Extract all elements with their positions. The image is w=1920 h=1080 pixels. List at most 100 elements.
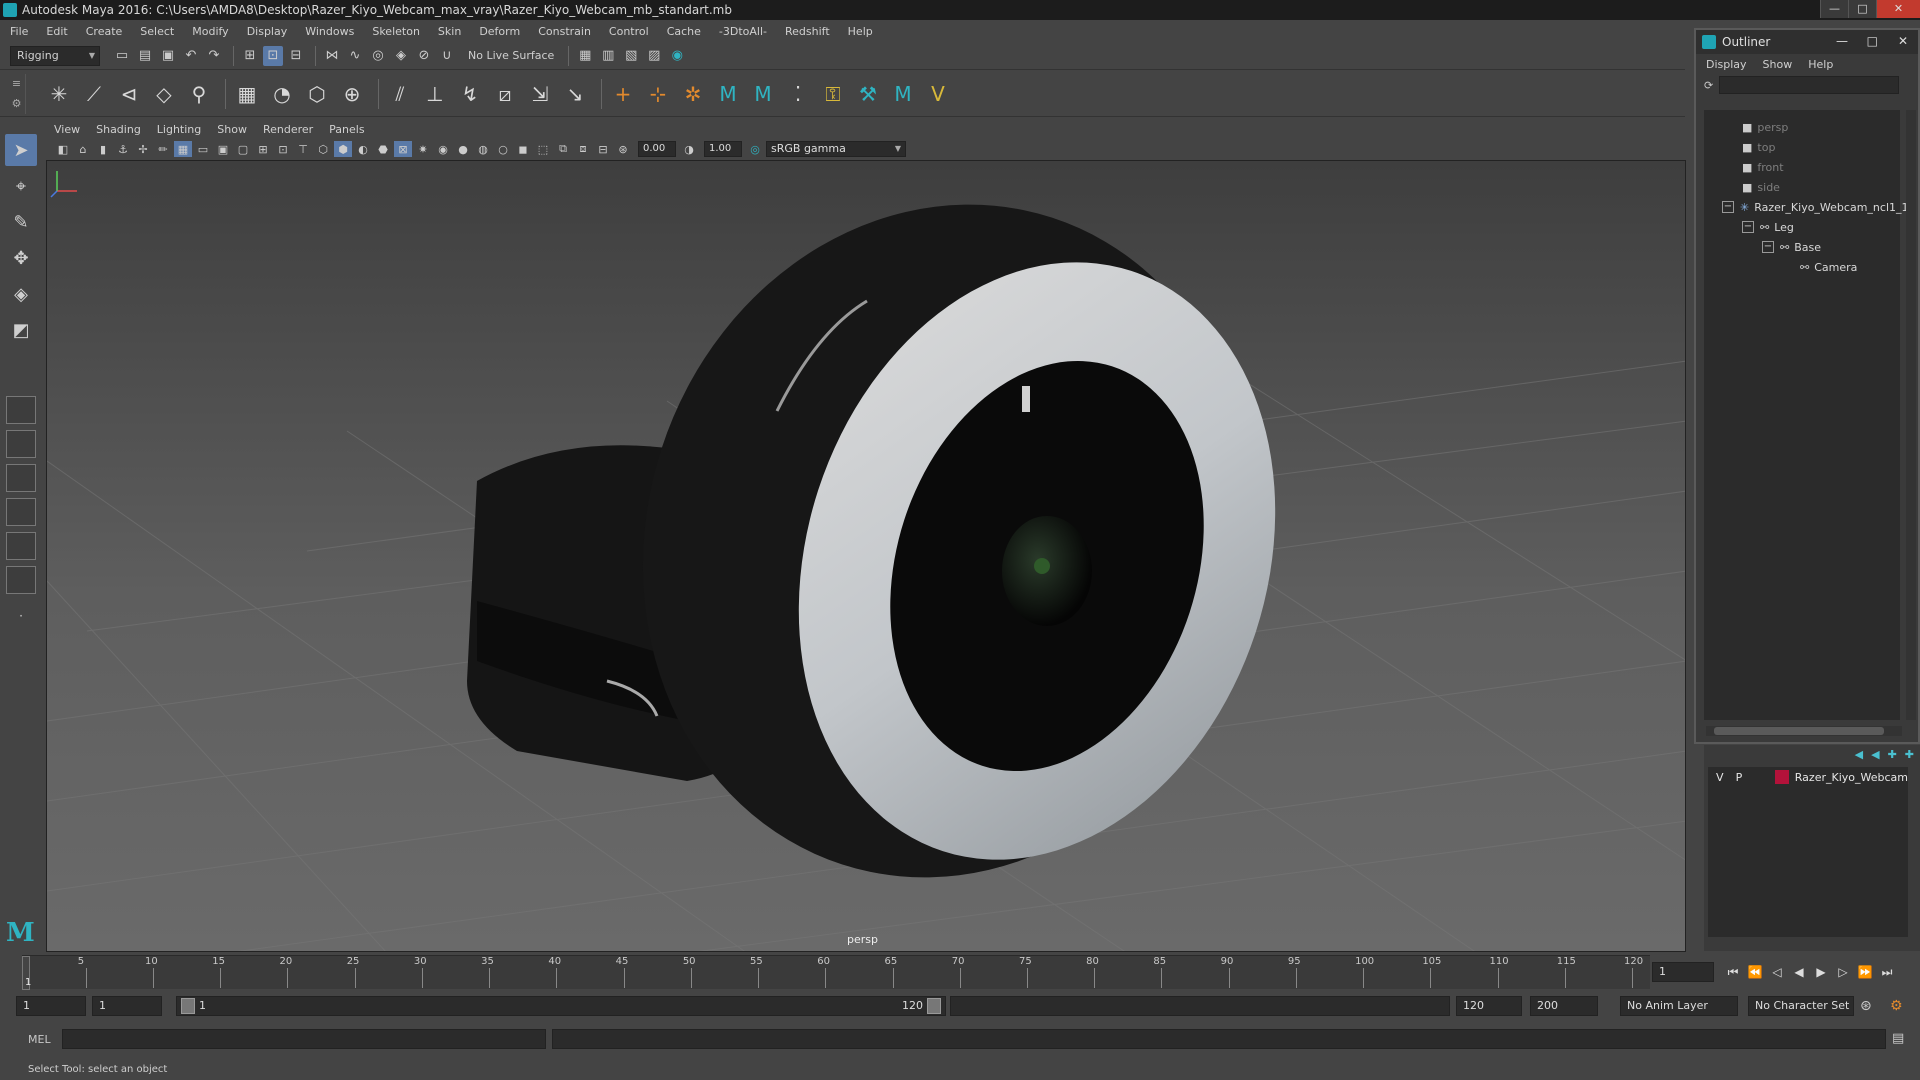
- select-object-icon[interactable]: ⊡: [263, 45, 283, 66]
- snap-surface-icon[interactable]: ⊘: [414, 46, 434, 66]
- step-back-frame-icon[interactable]: ◁: [1766, 962, 1788, 982]
- anim-prefs-icon[interactable]: ⚙: [1890, 998, 1903, 1014]
- outliner-item-leg[interactable]: − ⚯ Leg: [1742, 218, 1794, 236]
- set-driven-key-icon[interactable]: ⚿: [818, 79, 848, 109]
- step-forward-key-icon[interactable]: ⏩: [1854, 962, 1876, 982]
- playback-end-field[interactable]: 120: [1456, 996, 1522, 1016]
- grease-pencil-icon[interactable]: ✏: [154, 141, 172, 157]
- panel-menu-show[interactable]: Show: [217, 123, 247, 136]
- outliner-tree[interactable]: ■ persp ■ top ■ front ■ side − ✳ Razer_K…: [1704, 110, 1909, 720]
- menu-help[interactable]: Help: [848, 25, 873, 38]
- hypershade-icon[interactable]: ◉: [667, 46, 687, 66]
- ik-spline-icon[interactable]: ◇: [149, 79, 179, 109]
- collapse-icon[interactable]: −: [1742, 221, 1754, 233]
- rigid-bind-icon[interactable]: ⧄: [490, 79, 520, 109]
- four-view-layout-icon[interactable]: [6, 430, 36, 458]
- outliner-item-base[interactable]: − ⚯ Base: [1762, 238, 1821, 256]
- select-camera-icon[interactable]: ◧: [54, 141, 72, 157]
- smooth-shade-icon[interactable]: ⬢: [334, 141, 352, 157]
- shelf-menu-icon[interactable]: ≡: [12, 77, 21, 90]
- safe-action-icon[interactable]: ⊡: [274, 141, 292, 157]
- menu-file[interactable]: File: [10, 25, 28, 38]
- render-settings-icon[interactable]: ▦: [575, 46, 595, 66]
- xray-active-icon[interactable]: ⧈: [574, 141, 592, 157]
- backface-culling-icon[interactable]: ⊟: [594, 141, 612, 157]
- command-input[interactable]: [62, 1029, 546, 1049]
- isolate-select-icon[interactable]: ⬚: [534, 141, 552, 157]
- gamma-icon[interactable]: ◑: [680, 141, 698, 157]
- paint-weights-icon[interactable]: ⊥: [420, 79, 450, 109]
- safe-title-icon[interactable]: ⊤: [294, 141, 312, 157]
- move-tool-icon[interactable]: ✥: [5, 242, 37, 274]
- menu-modify[interactable]: Modify: [192, 25, 228, 38]
- menuset-dropdown[interactable]: Rigging: [10, 45, 100, 66]
- menu-skin[interactable]: Skin: [438, 25, 461, 38]
- render-view-icon[interactable]: ▨: [644, 46, 664, 66]
- hypershade-layout-icon[interactable]: [6, 566, 36, 594]
- playback-start-field[interactable]: 1: [92, 996, 162, 1016]
- new-layer-icon[interactable]: ✚: [1888, 748, 1897, 761]
- layer-visibility-toggle[interactable]: V: [1716, 771, 1736, 784]
- bind-skin-icon[interactable]: ⫽: [385, 79, 415, 109]
- field-chart-icon[interactable]: ⊞: [254, 141, 272, 157]
- persp-graph-layout-icon[interactable]: [6, 532, 36, 560]
- range-slider-extension[interactable]: [950, 996, 1450, 1016]
- locator-icon[interactable]: ✳: [44, 79, 74, 109]
- shelf-spacer-icon[interactable]: ⁚: [783, 79, 813, 109]
- new-scene-icon[interactable]: ▭: [112, 46, 132, 66]
- anim-layer-dropdown[interactable]: No Anim Layer: [1620, 996, 1738, 1016]
- wire-deformer-icon[interactable]: M: [748, 79, 778, 109]
- live-surface-label[interactable]: No Live Surface: [468, 49, 554, 62]
- close-button[interactable]: ✕: [1876, 0, 1920, 18]
- panel-menu-lighting[interactable]: Lighting: [157, 123, 201, 136]
- paint-select-icon[interactable]: ✎: [5, 206, 37, 238]
- move-layer-down-icon[interactable]: ◀: [1871, 748, 1879, 761]
- aim-constraint-icon[interactable]: ⊹: [643, 79, 673, 109]
- new-layer-selected-icon[interactable]: ✚: [1905, 748, 1914, 761]
- outliner-item-front[interactable]: ■ front: [1742, 158, 1784, 176]
- shadows-icon[interactable]: ✷: [414, 141, 432, 157]
- select-tool-icon[interactable]: ➤: [5, 134, 37, 166]
- viewport-persp[interactable]: persp: [46, 160, 1686, 952]
- blend-shape-icon[interactable]: M: [713, 79, 743, 109]
- outliner-menu-show[interactable]: Show: [1763, 58, 1793, 71]
- persp-outliner-layout-icon[interactable]: [6, 498, 36, 526]
- image-plane-icon[interactable]: ⚓: [114, 141, 132, 157]
- layer-row[interactable]: V P Razer_Kiyo_Webcam: [1708, 767, 1908, 787]
- move-layer-up-icon[interactable]: ◀: [1855, 748, 1863, 761]
- rotate-tool-icon[interactable]: ◈: [5, 278, 37, 310]
- current-frame-field[interactable]: 1: [1652, 962, 1714, 982]
- outliner-close-button[interactable]: ✕: [1898, 34, 1908, 48]
- go-to-start-icon[interactable]: ⏮: [1722, 962, 1744, 982]
- ambient-occlusion-icon[interactable]: ◉: [434, 141, 452, 157]
- save-scene-icon[interactable]: ▣: [158, 46, 178, 66]
- skeleton-icon[interactable]: ⚲: [184, 79, 214, 109]
- layer-color-swatch[interactable]: [1775, 770, 1789, 784]
- quick-rig-icon[interactable]: M: [888, 79, 918, 109]
- exposure-field[interactable]: 0.00: [638, 141, 676, 157]
- scale-tool-icon[interactable]: ◩: [5, 314, 37, 346]
- sculpt-icon[interactable]: ⊕: [337, 79, 367, 109]
- copy-weights-icon[interactable]: ↘: [560, 79, 590, 109]
- bookmark-icon[interactable]: ▮: [94, 141, 112, 157]
- select-component-icon[interactable]: ⊟: [286, 46, 306, 66]
- range-slider[interactable]: 1 120: [176, 996, 946, 1016]
- snap-curve-icon[interactable]: ∿: [345, 46, 365, 66]
- outliner-menu-display[interactable]: Display: [1706, 58, 1747, 71]
- joint-tool-icon[interactable]: ⟋: [79, 79, 109, 109]
- outliner-item-side[interactable]: ■ side: [1742, 178, 1780, 196]
- grid-toggle-icon[interactable]: ▦: [174, 141, 192, 157]
- outliner-menu-help[interactable]: Help: [1808, 58, 1833, 71]
- wireframe-icon[interactable]: ⬡: [314, 141, 332, 157]
- outliner-search-input[interactable]: [1719, 76, 1900, 94]
- animation-end-field[interactable]: 200: [1530, 996, 1598, 1016]
- render-frame-icon[interactable]: ▥: [598, 46, 618, 66]
- menu-control[interactable]: Control: [609, 25, 649, 38]
- step-forward-frame-icon[interactable]: ▷: [1832, 962, 1854, 982]
- point-constraint-icon[interactable]: +: [608, 79, 638, 109]
- collapse-icon[interactable]: −: [1762, 241, 1774, 253]
- menu-cache[interactable]: Cache: [667, 25, 701, 38]
- menu-display[interactable]: Display: [247, 25, 288, 38]
- view-transform-dropdown[interactable]: sRGB gamma: [766, 141, 906, 157]
- outliner-item-top[interactable]: ■ top: [1742, 138, 1775, 156]
